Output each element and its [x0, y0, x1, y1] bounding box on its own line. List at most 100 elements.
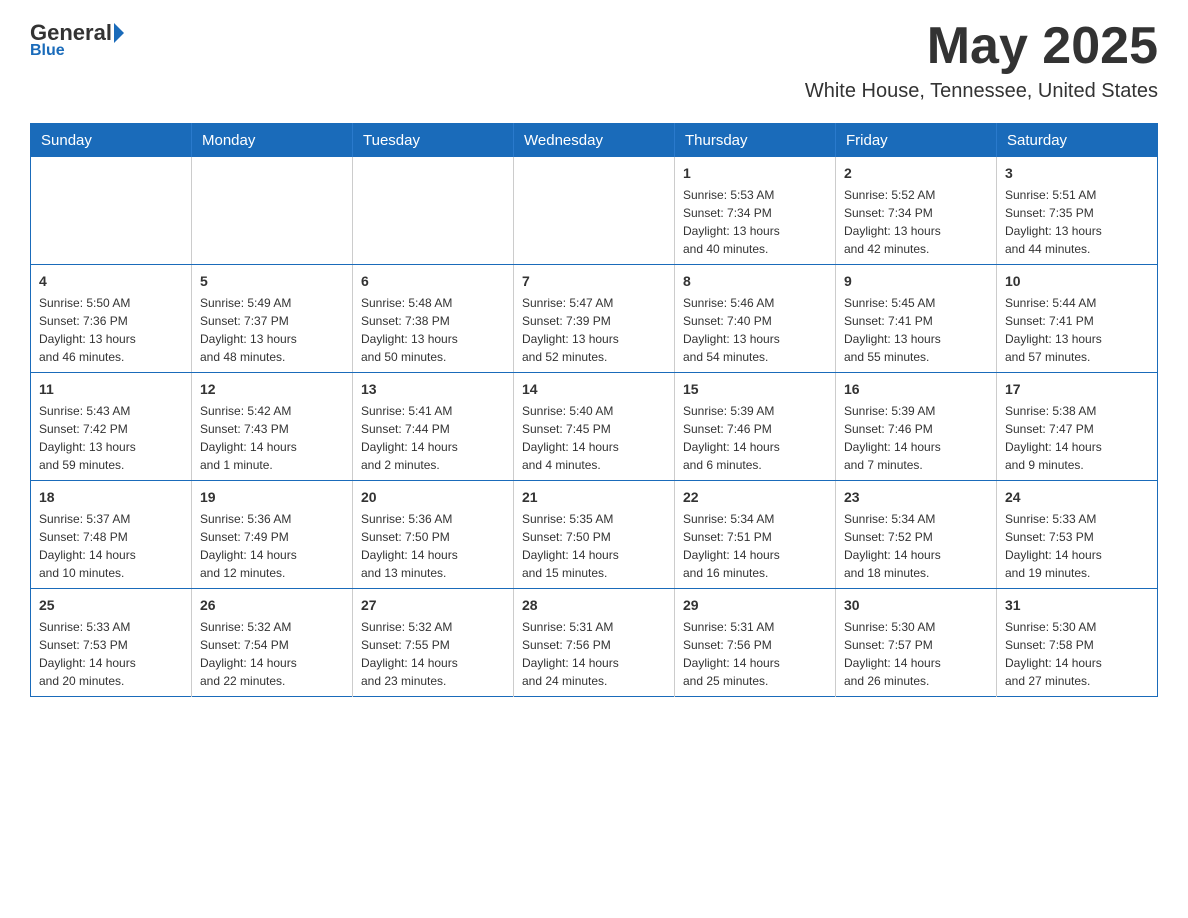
- day-info: Sunrise: 5:43 AM Sunset: 7:42 PM Dayligh…: [39, 402, 183, 474]
- day-info: Sunrise: 5:33 AM Sunset: 7:53 PM Dayligh…: [1005, 510, 1149, 582]
- calendar-week-5: 25Sunrise: 5:33 AM Sunset: 7:53 PM Dayli…: [31, 589, 1158, 697]
- day-number: 13: [361, 379, 505, 400]
- day-number: 27: [361, 595, 505, 616]
- logo-triangle: [114, 23, 124, 43]
- day-number: 9: [844, 271, 988, 292]
- day-info: Sunrise: 5:31 AM Sunset: 7:56 PM Dayligh…: [522, 618, 666, 690]
- day-number: 29: [683, 595, 827, 616]
- day-number: 3: [1005, 163, 1149, 184]
- day-info: Sunrise: 5:39 AM Sunset: 7:46 PM Dayligh…: [683, 402, 827, 474]
- day-number: 24: [1005, 487, 1149, 508]
- day-info: Sunrise: 5:41 AM Sunset: 7:44 PM Dayligh…: [361, 402, 505, 474]
- calendar-week-2: 4Sunrise: 5:50 AM Sunset: 7:36 PM Daylig…: [31, 265, 1158, 373]
- day-number: 7: [522, 271, 666, 292]
- weekday-header-thursday: Thursday: [675, 124, 836, 158]
- day-number: 22: [683, 487, 827, 508]
- title-section: May 2025 White House, Tennessee, United …: [805, 20, 1158, 103]
- calendar-cell: [31, 157, 192, 265]
- calendar-cell: 11Sunrise: 5:43 AM Sunset: 7:42 PM Dayli…: [31, 373, 192, 481]
- calendar-cell: 31Sunrise: 5:30 AM Sunset: 7:58 PM Dayli…: [997, 589, 1158, 697]
- weekday-header-sunday: Sunday: [31, 124, 192, 158]
- calendar-cell: 3Sunrise: 5:51 AM Sunset: 7:35 PM Daylig…: [997, 157, 1158, 265]
- calendar-cell: 5Sunrise: 5:49 AM Sunset: 7:37 PM Daylig…: [192, 265, 353, 373]
- day-info: Sunrise: 5:44 AM Sunset: 7:41 PM Dayligh…: [1005, 294, 1149, 366]
- calendar-week-1: 1Sunrise: 5:53 AM Sunset: 7:34 PM Daylig…: [31, 157, 1158, 265]
- calendar-table: SundayMondayTuesdayWednesdayThursdayFrid…: [30, 123, 1158, 697]
- day-info: Sunrise: 5:52 AM Sunset: 7:34 PM Dayligh…: [844, 186, 988, 258]
- day-number: 2: [844, 163, 988, 184]
- weekday-header-saturday: Saturday: [997, 124, 1158, 158]
- day-info: Sunrise: 5:42 AM Sunset: 7:43 PM Dayligh…: [200, 402, 344, 474]
- day-number: 25: [39, 595, 183, 616]
- day-number: 21: [522, 487, 666, 508]
- calendar-cell: 16Sunrise: 5:39 AM Sunset: 7:46 PM Dayli…: [836, 373, 997, 481]
- calendar-cell: 24Sunrise: 5:33 AM Sunset: 7:53 PM Dayli…: [997, 481, 1158, 589]
- day-number: 23: [844, 487, 988, 508]
- calendar-cell: [192, 157, 353, 265]
- calendar-cell: 13Sunrise: 5:41 AM Sunset: 7:44 PM Dayli…: [353, 373, 514, 481]
- day-info: Sunrise: 5:35 AM Sunset: 7:50 PM Dayligh…: [522, 510, 666, 582]
- day-number: 16: [844, 379, 988, 400]
- calendar-cell: 30Sunrise: 5:30 AM Sunset: 7:57 PM Dayli…: [836, 589, 997, 697]
- day-info: Sunrise: 5:31 AM Sunset: 7:56 PM Dayligh…: [683, 618, 827, 690]
- calendar-cell: 26Sunrise: 5:32 AM Sunset: 7:54 PM Dayli…: [192, 589, 353, 697]
- calendar-cell: 28Sunrise: 5:31 AM Sunset: 7:56 PM Dayli…: [514, 589, 675, 697]
- day-number: 19: [200, 487, 344, 508]
- calendar-cell: 15Sunrise: 5:39 AM Sunset: 7:46 PM Dayli…: [675, 373, 836, 481]
- calendar-cell: 19Sunrise: 5:36 AM Sunset: 7:49 PM Dayli…: [192, 481, 353, 589]
- calendar-cell: 29Sunrise: 5:31 AM Sunset: 7:56 PM Dayli…: [675, 589, 836, 697]
- page-header: General Blue May 2025 White House, Tenne…: [30, 20, 1158, 103]
- day-number: 12: [200, 379, 344, 400]
- calendar-cell: 20Sunrise: 5:36 AM Sunset: 7:50 PM Dayli…: [353, 481, 514, 589]
- day-info: Sunrise: 5:34 AM Sunset: 7:52 PM Dayligh…: [844, 510, 988, 582]
- calendar-cell: 22Sunrise: 5:34 AM Sunset: 7:51 PM Dayli…: [675, 481, 836, 589]
- calendar-cell: 4Sunrise: 5:50 AM Sunset: 7:36 PM Daylig…: [31, 265, 192, 373]
- calendar-cell: 7Sunrise: 5:47 AM Sunset: 7:39 PM Daylig…: [514, 265, 675, 373]
- day-number: 14: [522, 379, 666, 400]
- calendar-cell: [353, 157, 514, 265]
- weekday-header-friday: Friday: [836, 124, 997, 158]
- day-info: Sunrise: 5:50 AM Sunset: 7:36 PM Dayligh…: [39, 294, 183, 366]
- day-number: 1: [683, 163, 827, 184]
- logo-blue: Blue: [30, 42, 65, 60]
- day-info: Sunrise: 5:33 AM Sunset: 7:53 PM Dayligh…: [39, 618, 183, 690]
- logo: General Blue: [30, 20, 124, 60]
- calendar-cell: 25Sunrise: 5:33 AM Sunset: 7:53 PM Dayli…: [31, 589, 192, 697]
- day-info: Sunrise: 5:48 AM Sunset: 7:38 PM Dayligh…: [361, 294, 505, 366]
- day-info: Sunrise: 5:30 AM Sunset: 7:57 PM Dayligh…: [844, 618, 988, 690]
- calendar-cell: 2Sunrise: 5:52 AM Sunset: 7:34 PM Daylig…: [836, 157, 997, 265]
- day-info: Sunrise: 5:32 AM Sunset: 7:54 PM Dayligh…: [200, 618, 344, 690]
- calendar-cell: 17Sunrise: 5:38 AM Sunset: 7:47 PM Dayli…: [997, 373, 1158, 481]
- day-number: 5: [200, 271, 344, 292]
- calendar-cell: [514, 157, 675, 265]
- day-number: 31: [1005, 595, 1149, 616]
- calendar-cell: 12Sunrise: 5:42 AM Sunset: 7:43 PM Dayli…: [192, 373, 353, 481]
- day-info: Sunrise: 5:39 AM Sunset: 7:46 PM Dayligh…: [844, 402, 988, 474]
- day-info: Sunrise: 5:38 AM Sunset: 7:47 PM Dayligh…: [1005, 402, 1149, 474]
- calendar-cell: 8Sunrise: 5:46 AM Sunset: 7:40 PM Daylig…: [675, 265, 836, 373]
- calendar-cell: 6Sunrise: 5:48 AM Sunset: 7:38 PM Daylig…: [353, 265, 514, 373]
- day-number: 28: [522, 595, 666, 616]
- calendar-cell: 1Sunrise: 5:53 AM Sunset: 7:34 PM Daylig…: [675, 157, 836, 265]
- month-title: May 2025: [805, 20, 1158, 72]
- day-info: Sunrise: 5:53 AM Sunset: 7:34 PM Dayligh…: [683, 186, 827, 258]
- weekday-header-tuesday: Tuesday: [353, 124, 514, 158]
- day-number: 4: [39, 271, 183, 292]
- day-info: Sunrise: 5:51 AM Sunset: 7:35 PM Dayligh…: [1005, 186, 1149, 258]
- calendar-cell: 18Sunrise: 5:37 AM Sunset: 7:48 PM Dayli…: [31, 481, 192, 589]
- day-number: 26: [200, 595, 344, 616]
- day-info: Sunrise: 5:37 AM Sunset: 7:48 PM Dayligh…: [39, 510, 183, 582]
- location-title: White House, Tennessee, United States: [805, 80, 1158, 103]
- calendar-week-4: 18Sunrise: 5:37 AM Sunset: 7:48 PM Dayli…: [31, 481, 1158, 589]
- day-info: Sunrise: 5:34 AM Sunset: 7:51 PM Dayligh…: [683, 510, 827, 582]
- day-info: Sunrise: 5:49 AM Sunset: 7:37 PM Dayligh…: [200, 294, 344, 366]
- day-number: 20: [361, 487, 505, 508]
- day-info: Sunrise: 5:36 AM Sunset: 7:50 PM Dayligh…: [361, 510, 505, 582]
- day-info: Sunrise: 5:46 AM Sunset: 7:40 PM Dayligh…: [683, 294, 827, 366]
- day-number: 6: [361, 271, 505, 292]
- calendar-cell: 10Sunrise: 5:44 AM Sunset: 7:41 PM Dayli…: [997, 265, 1158, 373]
- day-info: Sunrise: 5:36 AM Sunset: 7:49 PM Dayligh…: [200, 510, 344, 582]
- weekday-header-wednesday: Wednesday: [514, 124, 675, 158]
- calendar-week-3: 11Sunrise: 5:43 AM Sunset: 7:42 PM Dayli…: [31, 373, 1158, 481]
- day-number: 11: [39, 379, 183, 400]
